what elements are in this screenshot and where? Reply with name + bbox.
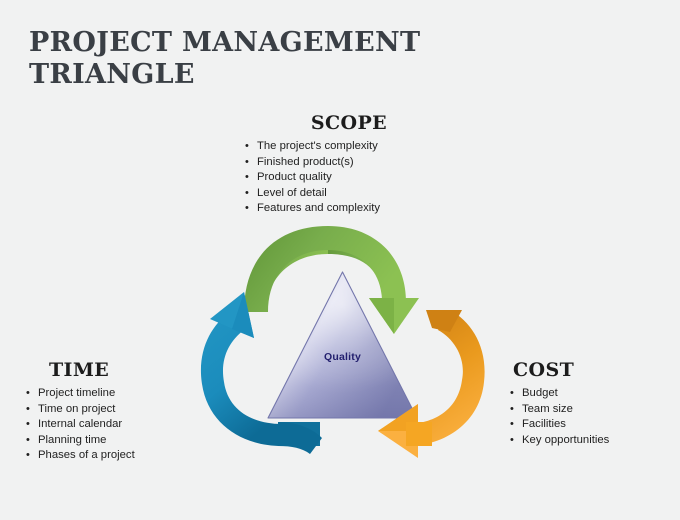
bullet-icon: • xyxy=(245,140,249,152)
slide-canvas: PROJECT MANAGEMENT TRIANGLE SCOPE • The p… xyxy=(0,0,680,520)
list-item: • Facilities xyxy=(508,417,680,433)
list-item-label: The project's complexity xyxy=(257,140,378,152)
bullet-icon: • xyxy=(26,402,30,415)
list-item: • Features and complexity xyxy=(243,201,473,217)
corner-block-cost: COST • Budget • Team size • Facilities • Key… xyxy=(508,361,680,448)
bullet-icon: • xyxy=(245,155,249,168)
bullet-icon: • xyxy=(26,418,30,431)
corner-block-scope: SCOPE • The project's complexity • Finishe… xyxy=(243,114,473,217)
corner-heading-scope: SCOPE xyxy=(310,112,388,134)
corner-list-cost: • Budget • Team size • Facilities • Key oppo… xyxy=(508,386,680,448)
corner-heading-cost: COST xyxy=(513,359,575,381)
list-item-label: Finished product(s) xyxy=(257,155,354,168)
bullet-icon: • xyxy=(26,449,30,462)
bullet-icon: • xyxy=(26,387,30,399)
list-item: • Key opportunities xyxy=(508,433,680,449)
project-management-triangle-diagram: Quality xyxy=(170,218,515,493)
list-item: • The project's complexity xyxy=(243,139,473,155)
page-title: PROJECT MANAGEMENT TRIANGLE xyxy=(29,27,421,90)
list-item-label: Time on project xyxy=(38,402,116,415)
list-item: • Finished product(s) xyxy=(243,155,473,171)
list-item-label: Level of detail xyxy=(257,186,327,199)
list-item-label: Planning time xyxy=(38,433,107,446)
list-item: • Level of detail xyxy=(243,186,473,202)
list-item-label: Budget xyxy=(522,387,558,399)
list-item: • Budget xyxy=(508,386,680,402)
bullet-icon: • xyxy=(245,171,249,184)
list-item-label: Product quality xyxy=(257,171,332,184)
list-item-label: Internal calendar xyxy=(38,418,123,431)
list-item-label: Team size xyxy=(522,402,573,415)
bullet-icon: • xyxy=(245,202,249,215)
list-item-label: Phases of a project xyxy=(38,449,135,462)
bullet-icon: • xyxy=(26,433,30,446)
list-item-label: Key opportunities xyxy=(522,433,610,446)
corner-list-scope: • The project's complexity • Finished prod… xyxy=(243,139,473,217)
list-item-label: Facilities xyxy=(522,418,566,431)
list-item-label: Features and complexity xyxy=(257,202,381,215)
list-item-label: Project timeline xyxy=(38,387,116,399)
list-item: • Product quality xyxy=(243,170,473,186)
list-item: • Team size xyxy=(508,402,680,418)
bullet-icon: • xyxy=(245,186,249,199)
